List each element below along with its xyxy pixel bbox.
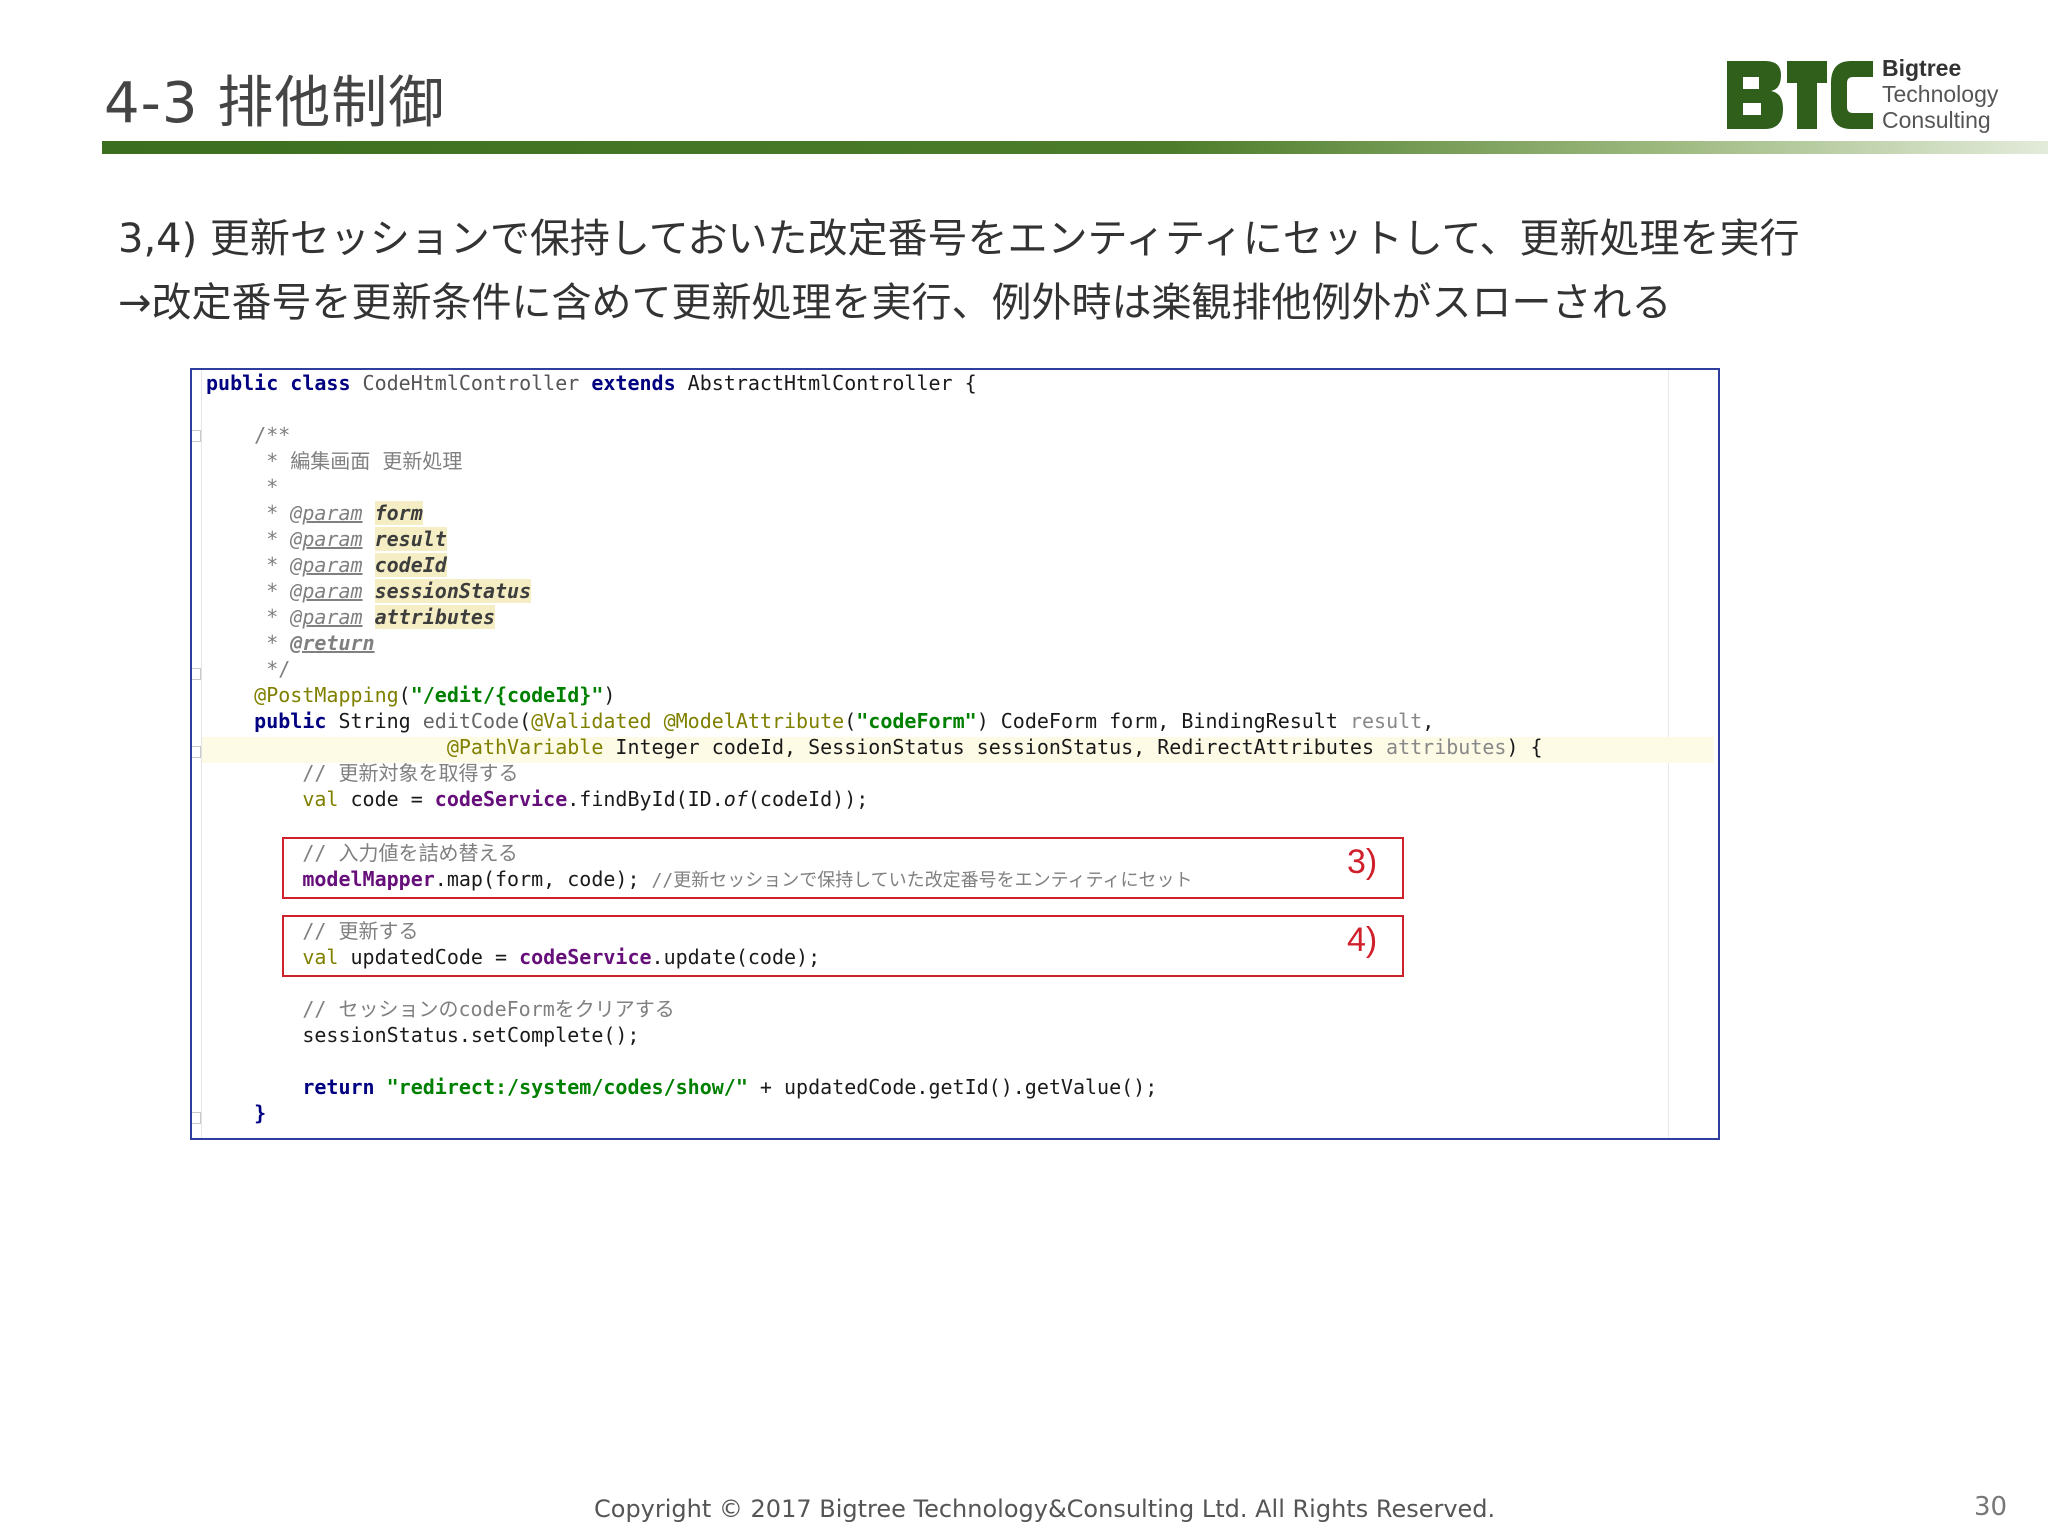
code-line: * @param attributes <box>206 605 496 629</box>
code-screenshot: public class CodeHtmlController extends … <box>190 368 1720 1140</box>
code-line: /** <box>206 423 291 447</box>
marker-label-3: 3) <box>1347 843 1378 881</box>
code-line: } <box>206 1101 267 1125</box>
code-line: sessionStatus.setComplete(); <box>206 1023 640 1047</box>
code-line: // 更新対象を取得する <box>206 761 519 785</box>
code-line: // セッションのcodeFormをクリアする <box>206 997 675 1021</box>
subtitle-line-2: →改定番号を更新条件に含めて更新処理を実行、例外時は楽観排他例外がスローされる <box>118 280 1672 326</box>
fold-marker-icon <box>192 1112 201 1124</box>
code-line: * 編集画面 更新処理 <box>206 449 463 473</box>
highlight-box-3 <box>282 837 1404 899</box>
code-line: * <box>206 475 279 499</box>
subtitle-line-1: 3,4) 更新セッションで保持しておいた改定番号をエンティティにセットして、更新… <box>118 216 1800 262</box>
logo-line-consulting: Consulting <box>1882 107 1991 133</box>
copyright-footer: Copyright © 2017 Bigtree Technology&Cons… <box>594 1495 1496 1523</box>
code-block: public class CodeHtmlController extends … <box>192 370 1543 1125</box>
marker-label-4: 4) <box>1347 921 1378 959</box>
slide-title: 4-3 排他制御 <box>104 71 446 136</box>
code-line: * @param sessionStatus <box>206 579 532 603</box>
company-logo: Bigtree Technology Consulting <box>1725 55 2048 145</box>
code-line: * @return <box>206 631 375 655</box>
btc-logo-mark <box>1727 61 1873 129</box>
code-line: * @param codeId <box>206 553 447 577</box>
logo-line-bigtree: Bigtree <box>1882 55 1962 81</box>
code-line: @PostMapping("/edit/{codeId}") <box>206 683 616 707</box>
code-line: public String editCode(@Validated @Model… <box>206 709 1435 733</box>
page-number: 30 <box>1974 1492 2008 1522</box>
code-line: return "redirect:/system/codes/show/" + … <box>206 1075 1158 1099</box>
code-line: * @param result <box>206 527 447 551</box>
code-line: @PathVariable Integer codeId, SessionSta… <box>446 735 1543 759</box>
code-line: * @param form <box>206 501 423 525</box>
code-line: public class CodeHtmlController extends … <box>206 371 977 395</box>
title-underline-bar <box>102 141 2048 154</box>
highlight-box-4 <box>282 915 1404 977</box>
code-line: */ <box>206 657 291 681</box>
code-line: val code = codeService.findById(ID.of(co… <box>206 787 869 811</box>
logo-line-technology: Technology <box>1882 81 1999 107</box>
